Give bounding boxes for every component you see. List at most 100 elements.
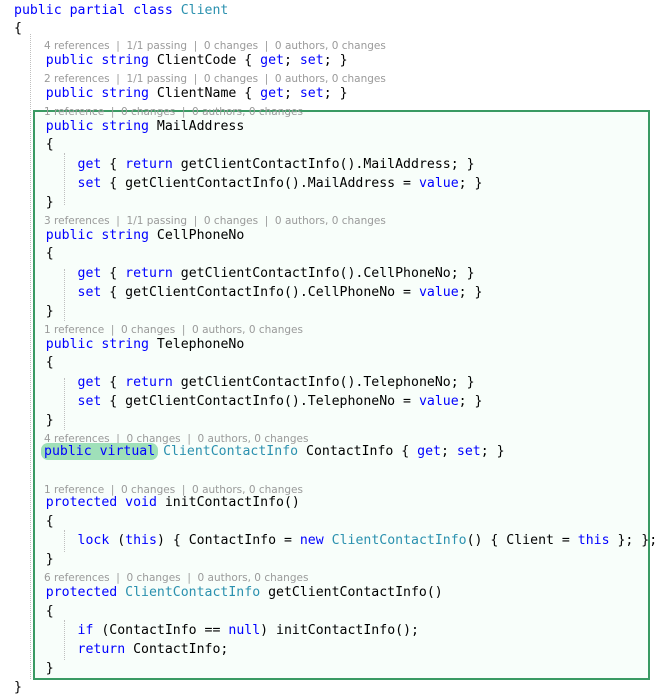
token-kw-get-tel: get [14,375,102,390]
code-line-get-client-contact-info-decl[interactable]: protected ClientContactInfo getClientCon… [14,584,443,602]
token-kw-get-cell: get [14,266,102,281]
token-expr-cell-get: getClientContactInfo().CellPhoneNo; } [172,266,475,281]
token-kw-set-3: set [456,444,481,459]
token-kw-set-1: set [299,53,324,68]
token-kw-return-tel: return [125,375,173,390]
code-line-get-open-brace[interactable]: { [14,603,54,621]
code-line-contact-info-decl[interactable]: public virtual ClientContactInfo Contact… [41,443,505,461]
token-name-clientname: ClientName { [156,86,261,101]
token-kw-value-tel: value [418,394,459,409]
code-line-tel-open-brace[interactable]: { [14,354,54,372]
code-line-if-null[interactable]: if (ContactInfo == null) initContactInfo… [14,622,419,640]
token-kw-this-2: this [577,533,610,548]
token-brace-cell-get: { [101,266,126,281]
token-kw-get-mail: get [14,157,102,172]
token-kw-public-string-3: public string [14,119,157,134]
code-editor-surface[interactable]: public partial class Client { 4 referenc… [0,0,663,698]
token-type-clientcontactinfo-1: ClientContactInfo [155,444,307,459]
token-expr-tel-get: getClientContactInfo().TelephoneNo; } [172,375,475,390]
token-expr-if-body: ) initContactInfo(); [260,623,419,638]
token-end-lock: }; }; [609,533,658,548]
token-semi-2: ; [283,86,300,101]
token-kw-return-mail: return [125,157,173,172]
token-kw-value-cell: value [418,285,459,300]
token-brace-mail-get: { [101,157,126,172]
token-kw-set-2: set [299,86,324,101]
token-kw-if: if [14,623,94,638]
token-name-mailaddress: MailAddress [156,119,245,134]
code-line-return-contact-info[interactable]: return ContactInfo; [14,641,229,659]
token-kw-get-3: get [417,444,441,459]
code-line-cell-open-brace[interactable]: { [14,245,54,263]
token-end-mail-set: ; } [458,176,483,191]
code-line-blank-1 [14,463,22,481]
code-line-init-contact-info-decl[interactable]: protected void initContactInfo() [14,494,300,512]
code-line-class-close-brace[interactable]: } [14,679,22,697]
code-line-init-open-brace[interactable]: { [14,513,54,531]
token-close-3: ; } [480,444,505,459]
code-line-tel-close-brace[interactable]: } [14,412,54,430]
token-expr-mail-get: getClientContactInfo().MailAddress; } [172,157,475,172]
token-type-client: Client [180,3,229,18]
token-type-clientcontactinfo-2: ClientContactInfo [323,533,467,548]
code-line-cell-set[interactable]: set { getClientContactInfo().CellPhoneNo… [14,284,483,302]
token-kw-public-string-5: public string [14,337,157,352]
code-line-tel-get[interactable]: get { return getClientContactInfo().Tele… [14,374,475,392]
code-line-mail-set[interactable]: set { getClientContactInfo().MailAddress… [14,175,483,193]
token-name-cellphoneno: CellPhoneNo [156,228,245,243]
token-kw-new: new [299,533,324,548]
token-keyword-class-decl: public partial class [14,3,181,18]
token-kw-null: null [228,623,261,638]
token-expr-if-cond: (ContactInfo == [93,623,229,638]
token-kw-lock: lock [14,533,110,548]
code-line-get-close-brace[interactable]: } [14,660,54,678]
token-kw-value-mail: value [418,176,459,191]
token-expr-tel-set: { getClientContactInfo().TelephoneNo = [101,394,419,409]
token-kw-return-final: return [14,642,126,657]
code-line-mail-close-brace[interactable]: } [14,194,54,212]
code-line-client-name[interactable]: public string ClientName { get; set; } [14,85,348,103]
code-line-telephone-decl[interactable]: public string TelephoneNo [44,336,245,354]
token-kw-public-string-1: public string [14,53,157,68]
inline-highlight-public-virtual[interactable]: public virtual [41,443,159,460]
token-kw-get-2: get [260,86,284,101]
code-line-class-open-brace[interactable]: { [14,20,22,38]
code-line-mail-open-brace[interactable]: { [14,136,54,154]
token-brace-tel-get: { [101,375,126,390]
code-line-mail-get[interactable]: get { return getClientContactInfo().Mail… [14,156,475,174]
token-end-tel-set: ; } [458,394,483,409]
token-kw-get-1: get [260,53,284,68]
token-type-clientcontactinfo-3: ClientContactInfo [125,585,261,600]
token-paren-lock: ( [109,533,126,548]
token-name-initcontactinfo: initContactInfo() [164,495,300,510]
token-name-contactinfo: ContactInfo { [306,444,418,459]
token-name-telephoneno: TelephoneNo [156,337,245,352]
token-end-cell-set: ; } [458,285,483,300]
code-line-client-code[interactable]: public string ClientCode { get; set; } [14,52,348,70]
token-kw-this-1: this [125,533,157,548]
token-name-clientcode: ClientCode { [156,53,261,68]
token-close-1: ; } [323,53,348,68]
code-line-mail-address-decl[interactable]: public string MailAddress [44,118,245,136]
token-semi-1: ; [283,53,300,68]
code-line-class-decl[interactable]: public partial class Client [14,2,228,20]
token-kw-set-mail: set [14,176,102,191]
code-line-cell-get[interactable]: get { return getClientContactInfo().Cell… [14,265,475,283]
token-kw-set-cell: set [14,285,102,300]
token-close-2: ; } [323,86,348,101]
token-kw-protected-1: protected [14,585,126,600]
token-expr-lock-assign: ) { ContactInfo = [156,533,300,548]
code-line-cell-phone-decl[interactable]: public string CellPhoneNo [44,227,245,245]
token-kw-public-string-2: public string [14,86,157,101]
token-name-getclientcontactinfo: getClientContactInfo() [260,585,443,600]
token-expr-initializer: () { Client = [466,533,578,548]
token-expr-return-final: ContactInfo; [125,642,229,657]
token-kw-set-tel: set [14,394,102,409]
token-expr-cell-set: { getClientContactInfo().CellPhoneNo = [101,285,419,300]
code-line-cell-close-brace[interactable]: } [14,303,54,321]
code-line-tel-set[interactable]: set { getClientContactInfo().TelephoneNo… [14,393,483,411]
token-kw-public-string-4: public string [14,228,157,243]
code-line-init-close-brace[interactable]: } [14,551,54,569]
token-kw-return-cell: return [125,266,173,281]
code-line-lock[interactable]: lock (this) { ContactInfo = new ClientCo… [14,532,658,550]
